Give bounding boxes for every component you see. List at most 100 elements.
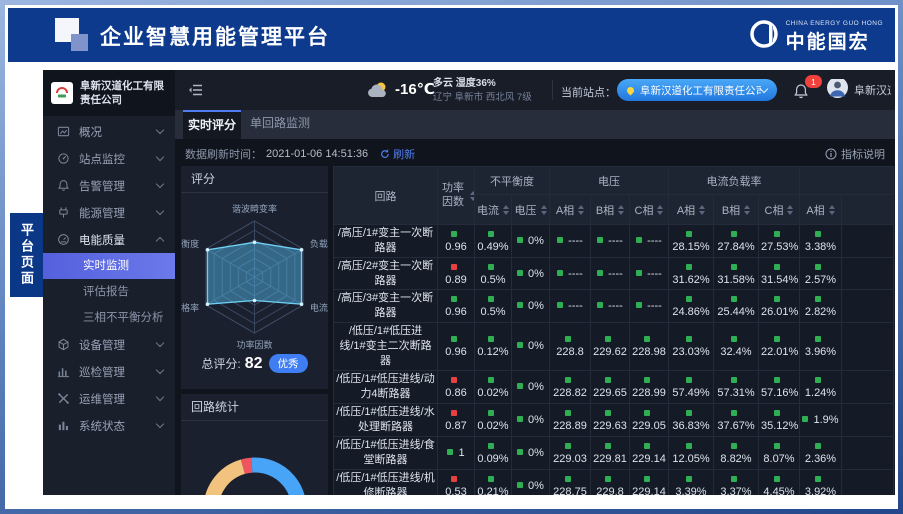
sort-column-header[interactable]: B相 (714, 195, 759, 225)
value-cell: 31.58% (714, 257, 759, 290)
app-banner: 企业智慧用能管理平台 CHINA ENERGY GUO HONG 中能国宏 (8, 8, 895, 62)
sidebar-item-label: 电能质量 (79, 232, 157, 248)
sidebar-item-alarm-management[interactable]: 告警管理 (43, 172, 175, 199)
sidebar-subitem-evaluation-report[interactable]: 评估报告 (43, 279, 175, 305)
site-selector[interactable]: 阜新汉道化工有限责任公司 (617, 79, 777, 101)
sort-column-header[interactable]: B相 (591, 195, 630, 225)
sort-arrows-icon (699, 205, 705, 215)
sidebar-item-label: 巡检管理 (79, 364, 157, 380)
status-ok-icon (731, 410, 737, 416)
user-name: 阜新汉道化工有限责任公 (854, 82, 891, 98)
status-ok-icon (488, 264, 494, 270)
value-cell: 228.98 (630, 323, 669, 371)
sidebar-item-ops-management[interactable]: 运维管理 (43, 385, 175, 412)
value-cell: 2.57% (800, 257, 842, 290)
column-group-header: 电流负载率 (669, 167, 800, 195)
bell-icon (57, 179, 70, 192)
topbar-divider (552, 80, 553, 100)
sort-column-header[interactable]: C相 (630, 195, 669, 225)
power-factor-cell: 0.96 (438, 323, 475, 371)
sort-column-header[interactable]: A相 (669, 195, 714, 225)
status-ok-icon (644, 336, 650, 342)
value-cell: 31.62% (669, 257, 714, 290)
circuit-table: 回路功率因数不平衡度电压电流负载率电流电压A相B相C相A相B相C相A相 /高压/… (333, 166, 894, 495)
refresh-time: 2021-01-06 14:51:36 (266, 148, 368, 160)
value-cell: 0.21% (475, 469, 512, 495)
indicator-info-button[interactable]: 指标说明 (825, 146, 885, 162)
sidebar-item-system-status[interactable]: 系统状态 (43, 412, 175, 439)
sort-column-header[interactable]: 电流 (475, 195, 512, 225)
temperature: -16℃ (395, 80, 435, 98)
notifications-button[interactable]: 1 (793, 79, 817, 103)
sidebar-item-inspection-management[interactable]: 巡检管理 (43, 358, 175, 385)
value-cell: 0% (512, 403, 550, 436)
sort-arrows-icon (744, 205, 750, 215)
circuit-name-cell: /低压/1#低压进线/机修断路器 (334, 469, 438, 495)
tab-realtime-score[interactable]: 实时评分 (183, 110, 241, 139)
sort-column-header[interactable]: 电压 (512, 195, 550, 225)
brand-logo-block: CHINA ENERGY GUO HONG 中能国宏 (748, 17, 883, 56)
power-factor-cell: 0.96 (438, 290, 475, 323)
status-ok-icon (686, 476, 692, 482)
sidebar-item-overview[interactable]: 概况 (43, 118, 175, 145)
sort-arrows-icon (503, 205, 509, 215)
value-cell: 0.49% (475, 225, 512, 258)
status-ok-icon (815, 377, 821, 383)
value-cell: 36.83% (669, 403, 714, 436)
circuit-name-cell: /高压/2#变主一次断路器 (334, 257, 438, 290)
sort-column-header[interactable]: C相 (759, 195, 800, 225)
sidebar-item-label: 概况 (79, 124, 157, 140)
value-cell: 2.36% (800, 436, 842, 469)
tab-single-circuit[interactable]: 单回路监测 (241, 110, 319, 139)
value-cell: 23.03% (669, 323, 714, 371)
sidebar-item-device-management[interactable]: 设备管理 (43, 331, 175, 358)
status-ok-icon (597, 237, 603, 243)
chevron-down-icon (156, 126, 164, 134)
sort-column-header[interactable]: A相 (800, 195, 842, 225)
status-ok-icon (731, 443, 737, 449)
sort-column-header[interactable]: A相 (550, 195, 591, 225)
refresh-bar: 数据刷新时间： 2021-01-06 14:51:36 刷新 指标说明 (175, 139, 895, 166)
status-ok-icon (774, 377, 780, 383)
refresh-button[interactable]: 刷新 (380, 146, 415, 162)
status-ok-icon (488, 410, 494, 416)
circuit-name-cell: /低压/1#低压进线/动力4断路器 (334, 370, 438, 403)
status-ok-icon (597, 270, 603, 276)
status-ok-icon (731, 476, 737, 482)
status-ok-icon (451, 296, 457, 302)
chevron-up-icon (156, 237, 164, 245)
power-factor-cell: 0.96 (438, 225, 475, 258)
value-cell: 3.92% (800, 469, 842, 495)
cube-icon (57, 338, 70, 351)
value-cell: 24.86% (669, 290, 714, 323)
bar-chart-icon (57, 365, 70, 378)
value-cell: 229.14 (630, 436, 669, 469)
value-cell: 0% (512, 257, 550, 290)
sort-arrows-icon (541, 205, 547, 215)
status-alarm-icon (451, 377, 457, 383)
status-ok-icon (565, 443, 571, 449)
power-factor-cell: 0.89 (438, 257, 475, 290)
status-ok-icon (686, 336, 692, 342)
sidebar-item-power-quality[interactable]: 电能质量 (43, 226, 175, 253)
user-menu[interactable]: 阜新汉道化工有限责任公 (827, 79, 891, 101)
sidebar-collapse-button[interactable] (188, 83, 203, 97)
status-ok-icon (605, 476, 611, 482)
circuit-column-header: 回路 (334, 167, 438, 225)
sort-power-factor-header[interactable]: 功率因数 (438, 167, 475, 225)
notification-badge: 1 (805, 75, 822, 88)
value-cell: 27.53% (759, 225, 800, 258)
sidebar-nav: 概况站点监控告警管理能源管理电能质量实时监测评估报告三相不平衡分析设备管理巡检管… (43, 118, 175, 439)
value-cell: 25.44% (714, 290, 759, 323)
status-ok-icon (517, 482, 523, 488)
value-cell: 57.31% (714, 370, 759, 403)
monitor-icon (57, 152, 70, 165)
sidebar-item-energy-management[interactable]: 能源管理 (43, 199, 175, 226)
sidebar-subitem-realtime-monitoring[interactable]: 实时监测 (43, 253, 175, 279)
circuit-stats-title: 回路统计 (181, 394, 328, 421)
sidebar-item-site-monitoring[interactable]: 站点监控 (43, 145, 175, 172)
status-ok-icon (488, 231, 494, 237)
value-cell: 37.67% (714, 403, 759, 436)
sidebar-subitem-three-phase-unbalance[interactable]: 三相不平衡分析 (43, 305, 175, 331)
value-cell: 0.12% (475, 323, 512, 371)
